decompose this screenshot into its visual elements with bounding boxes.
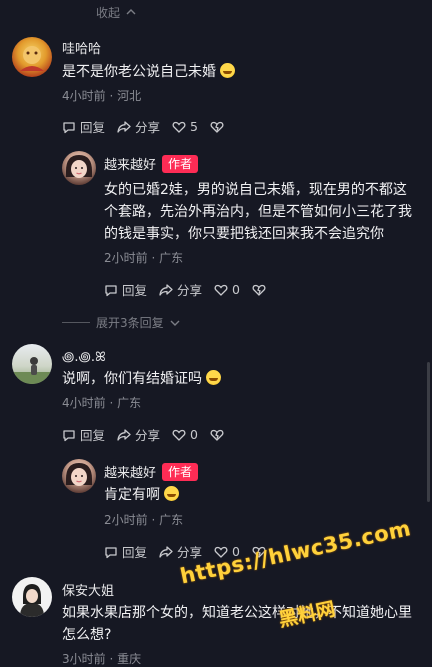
share-button[interactable]: 分享 bbox=[159, 542, 202, 561]
comment-username[interactable]: 哇哈哈 bbox=[62, 38, 101, 57]
comment-meta: 2小时前 · 广东 bbox=[104, 251, 184, 265]
collapse-label: 收起 bbox=[96, 6, 121, 20]
comment-text: 说啊，你们有结婚证吗 bbox=[62, 368, 222, 390]
reply-icon bbox=[63, 121, 75, 133]
like-button[interactable]: 0 bbox=[172, 427, 198, 442]
comment-location: 河北 bbox=[117, 89, 142, 103]
comment-actions: 回复 分享 5 bbox=[62, 117, 224, 136]
comment-meta: 3小时前 · 重庆 bbox=[62, 652, 142, 666]
laughing-emoji-icon bbox=[164, 486, 180, 501]
divider bbox=[62, 322, 90, 323]
comment-text: 如果水果店那个女的，知道老公这样对她，不知道她心里 怎么想? bbox=[62, 605, 412, 643]
reply-button[interactable]: 回复 bbox=[104, 542, 147, 561]
laughing-emoji-icon bbox=[220, 63, 236, 78]
avatar-image bbox=[12, 357, 52, 384]
dislike-button[interactable] bbox=[252, 283, 266, 297]
avatar[interactable] bbox=[12, 577, 52, 617]
comment-time: 4小时前 bbox=[62, 396, 106, 410]
like-count: 5 bbox=[190, 119, 198, 134]
comment-meta: 4小时前 · 广东 bbox=[62, 396, 142, 410]
reply-button[interactable]: 回复 bbox=[104, 280, 147, 299]
expand-replies-button[interactable]: 展开3条回复 bbox=[62, 314, 180, 331]
reply-icon bbox=[105, 284, 117, 296]
avatar-image bbox=[66, 463, 92, 486]
reply-header: 越来越好 作者 bbox=[104, 154, 199, 173]
comment-meta: 4小时前 · 河北 bbox=[62, 89, 142, 103]
comment-location: 广东 bbox=[159, 251, 184, 265]
reply-header: 越来越好 作者 bbox=[104, 462, 199, 481]
collapse-replies-button[interactable]: 收起 bbox=[96, 4, 136, 21]
reply-button[interactable]: 回复 bbox=[62, 425, 105, 444]
broken-heart-icon bbox=[210, 429, 224, 441]
comment-text: 肯定有啊 bbox=[104, 484, 180, 506]
avatar-image bbox=[66, 155, 92, 178]
heart-icon bbox=[172, 429, 186, 441]
broken-heart-icon bbox=[210, 121, 224, 133]
dislike-button[interactable] bbox=[210, 428, 224, 442]
comment-actions: 回复 分享 0 bbox=[104, 280, 266, 299]
comment-time: 2小时前 bbox=[104, 513, 148, 527]
comment-time: 4小时前 bbox=[62, 89, 106, 103]
like-button[interactable]: 5 bbox=[172, 119, 198, 134]
share-icon bbox=[117, 120, 131, 133]
reply-icon bbox=[63, 429, 75, 441]
share-icon bbox=[117, 428, 131, 441]
avatar[interactable] bbox=[12, 344, 52, 384]
like-count: 0 bbox=[232, 282, 240, 297]
broken-heart-icon bbox=[252, 284, 266, 296]
share-button[interactable]: 分享 bbox=[117, 117, 160, 136]
expand-label: 展开3条回复 bbox=[96, 316, 164, 330]
scrollbar[interactable] bbox=[427, 362, 430, 502]
comment-username[interactable]: 越来越好 bbox=[104, 462, 156, 481]
share-icon bbox=[159, 283, 173, 296]
avatar-image bbox=[20, 584, 44, 617]
comment-location: 广东 bbox=[117, 396, 142, 410]
like-button[interactable]: 0 bbox=[214, 282, 240, 297]
heart-icon bbox=[172, 121, 186, 133]
share-button[interactable]: 分享 bbox=[159, 280, 202, 299]
comment-text: 女的已婚2娃，男的说自己未婚，现在男的不都这 个套路，先治外再治内，但是不管如何… bbox=[104, 182, 412, 242]
heart-icon bbox=[214, 284, 228, 296]
comment-username[interactable]: 越来越好 bbox=[104, 154, 156, 173]
laughing-emoji-icon bbox=[206, 370, 222, 385]
chevron-up-icon bbox=[126, 9, 136, 15]
comment-time: 2小时前 bbox=[104, 251, 148, 265]
comment-username[interactable]: ꩜.꩜.ꕤ bbox=[62, 346, 106, 366]
share-icon bbox=[159, 545, 173, 558]
dislike-button[interactable] bbox=[210, 120, 224, 134]
comment-username[interactable]: 保安大姐 bbox=[62, 580, 114, 599]
avatar[interactable] bbox=[12, 37, 52, 77]
avatar-image bbox=[20, 46, 44, 71]
comment-text: 是不是你老公说自己未婚 bbox=[62, 61, 236, 83]
reply-button[interactable]: 回复 bbox=[62, 117, 105, 136]
author-badge: 作者 bbox=[162, 462, 199, 481]
author-badge: 作者 bbox=[162, 154, 199, 173]
avatar[interactable] bbox=[62, 459, 96, 493]
avatar[interactable] bbox=[62, 151, 96, 185]
reply-icon bbox=[105, 546, 117, 558]
chevron-down-icon bbox=[170, 320, 180, 326]
comment-meta: 2小时前 · 广东 bbox=[104, 513, 184, 527]
share-button[interactable]: 分享 bbox=[117, 425, 160, 444]
like-count: 0 bbox=[190, 427, 198, 442]
comment-location: 广东 bbox=[159, 513, 184, 527]
comment-actions: 回复 分享 0 bbox=[62, 425, 224, 444]
